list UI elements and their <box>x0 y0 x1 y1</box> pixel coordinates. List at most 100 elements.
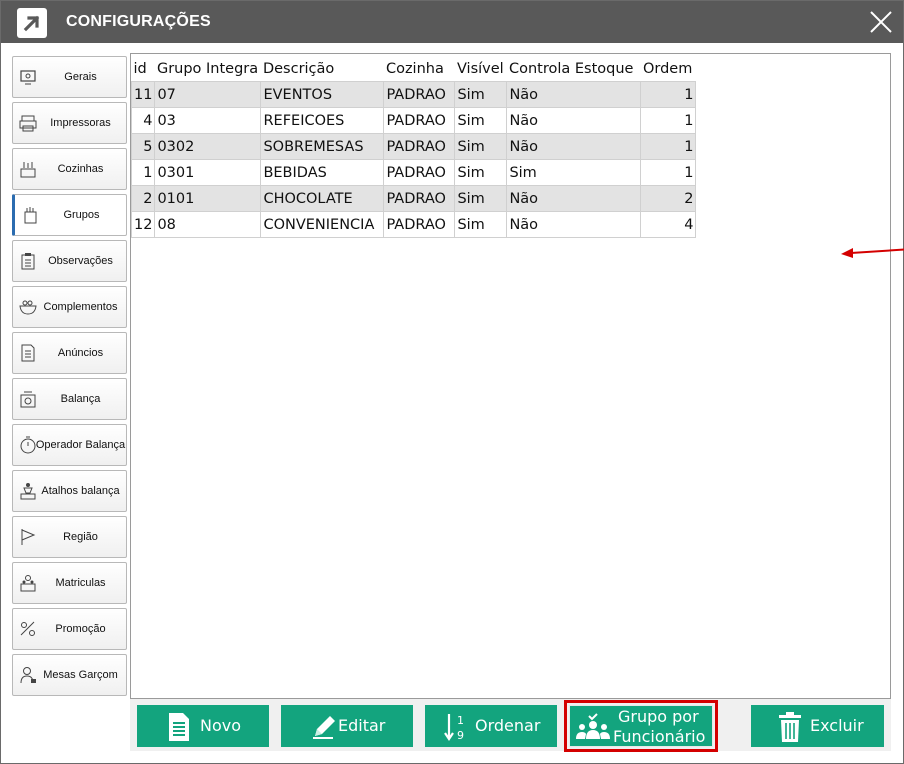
window-title: CONFIGURAÇÕES <box>66 13 211 30</box>
cell-visivel[interactable]: Sim <box>454 133 508 160</box>
column-header-cozinha[interactable]: Cozinha <box>383 57 455 82</box>
cell-id[interactable]: 1 <box>130 159 156 186</box>
table-row[interactable]: 11 07 EVENTOS PADRAO Sim Não 1 <box>130 81 697 108</box>
sidebar-item-matriculas[interactable]: Matriculas <box>12 562 127 604</box>
column-header-ordem[interactable]: Ordem <box>640 57 696 82</box>
cell-cozinha[interactable]: PADRAO <box>383 81 456 108</box>
editar-label: Editar <box>338 716 386 735</box>
table-row[interactable]: 2 0101 CHOCOLATE PADRAO Sim Não 2 <box>130 185 697 212</box>
cell-descricao[interactable]: REFEICOES <box>260 107 385 134</box>
excluir-label: Excluir <box>810 716 864 735</box>
sidebar-item-anúncios[interactable]: Anúncios <box>12 332 127 374</box>
cell-controla-estoque[interactable]: Não <box>506 133 642 160</box>
sidebar-item-cozinhas[interactable]: Cozinhas <box>12 148 127 190</box>
cell-controla-estoque[interactable]: Sim <box>506 159 642 186</box>
sidebar-item-gerais[interactable]: Gerais <box>12 56 127 98</box>
table-row[interactable]: 4 03 REFEICOES PADRAO Sim Não 1 <box>130 107 697 134</box>
cell-controla-estoque[interactable]: Não <box>506 211 642 238</box>
cell-grupo-integra[interactable]: 0101 <box>154 185 262 212</box>
cell-cozinha[interactable]: PADRAO <box>383 185 456 212</box>
sidebar-item-label: Impressoras <box>50 117 111 129</box>
novo-button[interactable]: Novo <box>137 705 269 747</box>
cell-descricao[interactable]: BEBIDAS <box>260 159 385 186</box>
cell-grupo-integra[interactable]: 03 <box>154 107 262 134</box>
cell-grupo-integra[interactable]: 07 <box>154 81 262 108</box>
sidebar-item-região[interactable]: Região <box>12 516 127 558</box>
new-document-icon <box>169 713 189 741</box>
cell-visivel[interactable]: Sim <box>454 107 508 134</box>
cell-visivel[interactable]: Sim <box>454 159 508 186</box>
trash-icon <box>779 712 801 742</box>
cell-cozinha[interactable]: PADRAO <box>383 107 456 134</box>
app-logo-icon <box>17 8 47 38</box>
editar-button[interactable]: Editar <box>281 705 413 747</box>
cell-cozinha[interactable]: PADRAO <box>383 211 456 238</box>
sidebar-item-mesas-garçom[interactable]: Mesas Garçom <box>12 654 127 696</box>
close-icon[interactable] <box>867 8 895 36</box>
sidebar-item-label: Operador Balança <box>35 439 126 451</box>
cell-descricao[interactable]: SOBREMESAS <box>260 133 385 160</box>
cell-controla-estoque[interactable]: Não <box>506 81 642 108</box>
table-row[interactable]: 12 08 CONVENIENCIA PADRAO Sim Não 4 <box>130 211 697 238</box>
cell-ordem[interactable]: 1 <box>640 107 697 134</box>
sidebar-item-label: Balança <box>60 393 101 405</box>
sidebar-item-label: Promoção <box>55 623 106 635</box>
cell-grupo-integra[interactable]: 0302 <box>154 133 262 160</box>
column-header-controla-estoque[interactable]: Controla Estoque <box>506 57 641 82</box>
ordenar-label: Ordenar <box>475 716 541 735</box>
svg-text:9: 9 <box>457 729 464 742</box>
table-header-row: id Grupo Integra Descrição Cozinha Visív… <box>131 57 696 82</box>
novo-label: Novo <box>200 716 242 735</box>
cell-ordem[interactable]: 4 <box>640 211 697 238</box>
sidebar-item-label: Atalhos balança <box>41 485 120 497</box>
cell-descricao[interactable]: EVENTOS <box>260 81 385 108</box>
column-header-descricao[interactable]: Descrição <box>260 57 384 82</box>
cell-grupo-integra[interactable]: 0301 <box>154 159 262 186</box>
sidebar-item-balança[interactable]: Balança <box>12 378 127 420</box>
cell-visivel[interactable]: Sim <box>454 185 508 212</box>
cell-id[interactable]: 4 <box>130 107 156 134</box>
table-row[interactable]: 1 0301 BEBIDAS PADRAO Sim Sim 1 <box>130 159 697 186</box>
cell-ordem[interactable]: 2 <box>640 185 697 212</box>
pencil-icon <box>313 716 335 739</box>
sidebar-item-label: Observações <box>48 255 113 267</box>
ordenar-button[interactable]: 1 9 Ordenar <box>425 705 557 747</box>
cell-ordem[interactable]: 1 <box>640 81 697 108</box>
cell-grupo-integra[interactable]: 08 <box>154 211 262 238</box>
cell-id[interactable]: 2 <box>130 185 156 212</box>
sidebar-item-operador-balança[interactable]: Operador Balança <box>12 424 127 466</box>
sidebar-item-label: Complementos <box>43 301 118 313</box>
cell-id[interactable]: 11 <box>130 81 156 108</box>
excluir-button[interactable]: Excluir <box>751 705 884 747</box>
cell-descricao[interactable]: CHOCOLATE <box>260 185 385 212</box>
cell-controla-estoque[interactable]: Não <box>506 185 642 212</box>
cell-controla-estoque[interactable]: Não <box>506 107 642 134</box>
sidebar-item-label: Mesas Garçom <box>43 669 118 681</box>
column-header-visivel[interactable]: Visível <box>454 57 507 82</box>
cell-cozinha[interactable]: PADRAO <box>383 159 456 186</box>
sidebar-item-grupos[interactable]: Grupos <box>12 194 127 236</box>
sidebar-item-label: Gerais <box>64 71 97 83</box>
cell-id[interactable]: 5 <box>130 133 156 160</box>
sidebar-item-complementos[interactable]: Complementos <box>12 286 127 328</box>
settings-sidebar: Gerais Impressoras Cozinhas Grupos Observaçõ… <box>10 53 130 751</box>
sort-numeric-icon: 1 9 <box>444 714 464 742</box>
cell-id[interactable]: 12 <box>130 211 156 238</box>
sidebar-item-promoção[interactable]: Promoção <box>12 608 127 650</box>
cell-ordem[interactable]: 1 <box>640 133 697 160</box>
sidebar-item-atalhos-balança[interactable]: Atalhos balança <box>12 470 127 512</box>
cell-visivel[interactable]: Sim <box>454 211 508 238</box>
action-toolbar: Novo Editar 1 9 Ordenar Grupo por Funcio… <box>130 699 891 751</box>
sidebar-item-impressoras[interactable]: Impressoras <box>12 102 127 144</box>
groups-table: id Grupo Integra Descrição Cozinha Visív… <box>130 57 697 238</box>
cell-visivel[interactable]: Sim <box>454 81 508 108</box>
column-header-grupo-integra[interactable]: Grupo Integra <box>154 57 261 82</box>
column-header-id[interactable]: id <box>131 57 155 82</box>
sidebar-item-observações[interactable]: Observações <box>12 240 127 282</box>
sidebar-item-label: Cozinhas <box>57 163 104 175</box>
cell-ordem[interactable]: 1 <box>640 159 697 186</box>
cell-descricao[interactable]: CONVENIENCIA <box>260 211 385 238</box>
table-row[interactable]: 5 0302 SOBREMESAS PADRAO Sim Não 1 <box>130 133 697 160</box>
sidebar-item-label: Região <box>63 531 98 543</box>
cell-cozinha[interactable]: PADRAO <box>383 133 456 160</box>
